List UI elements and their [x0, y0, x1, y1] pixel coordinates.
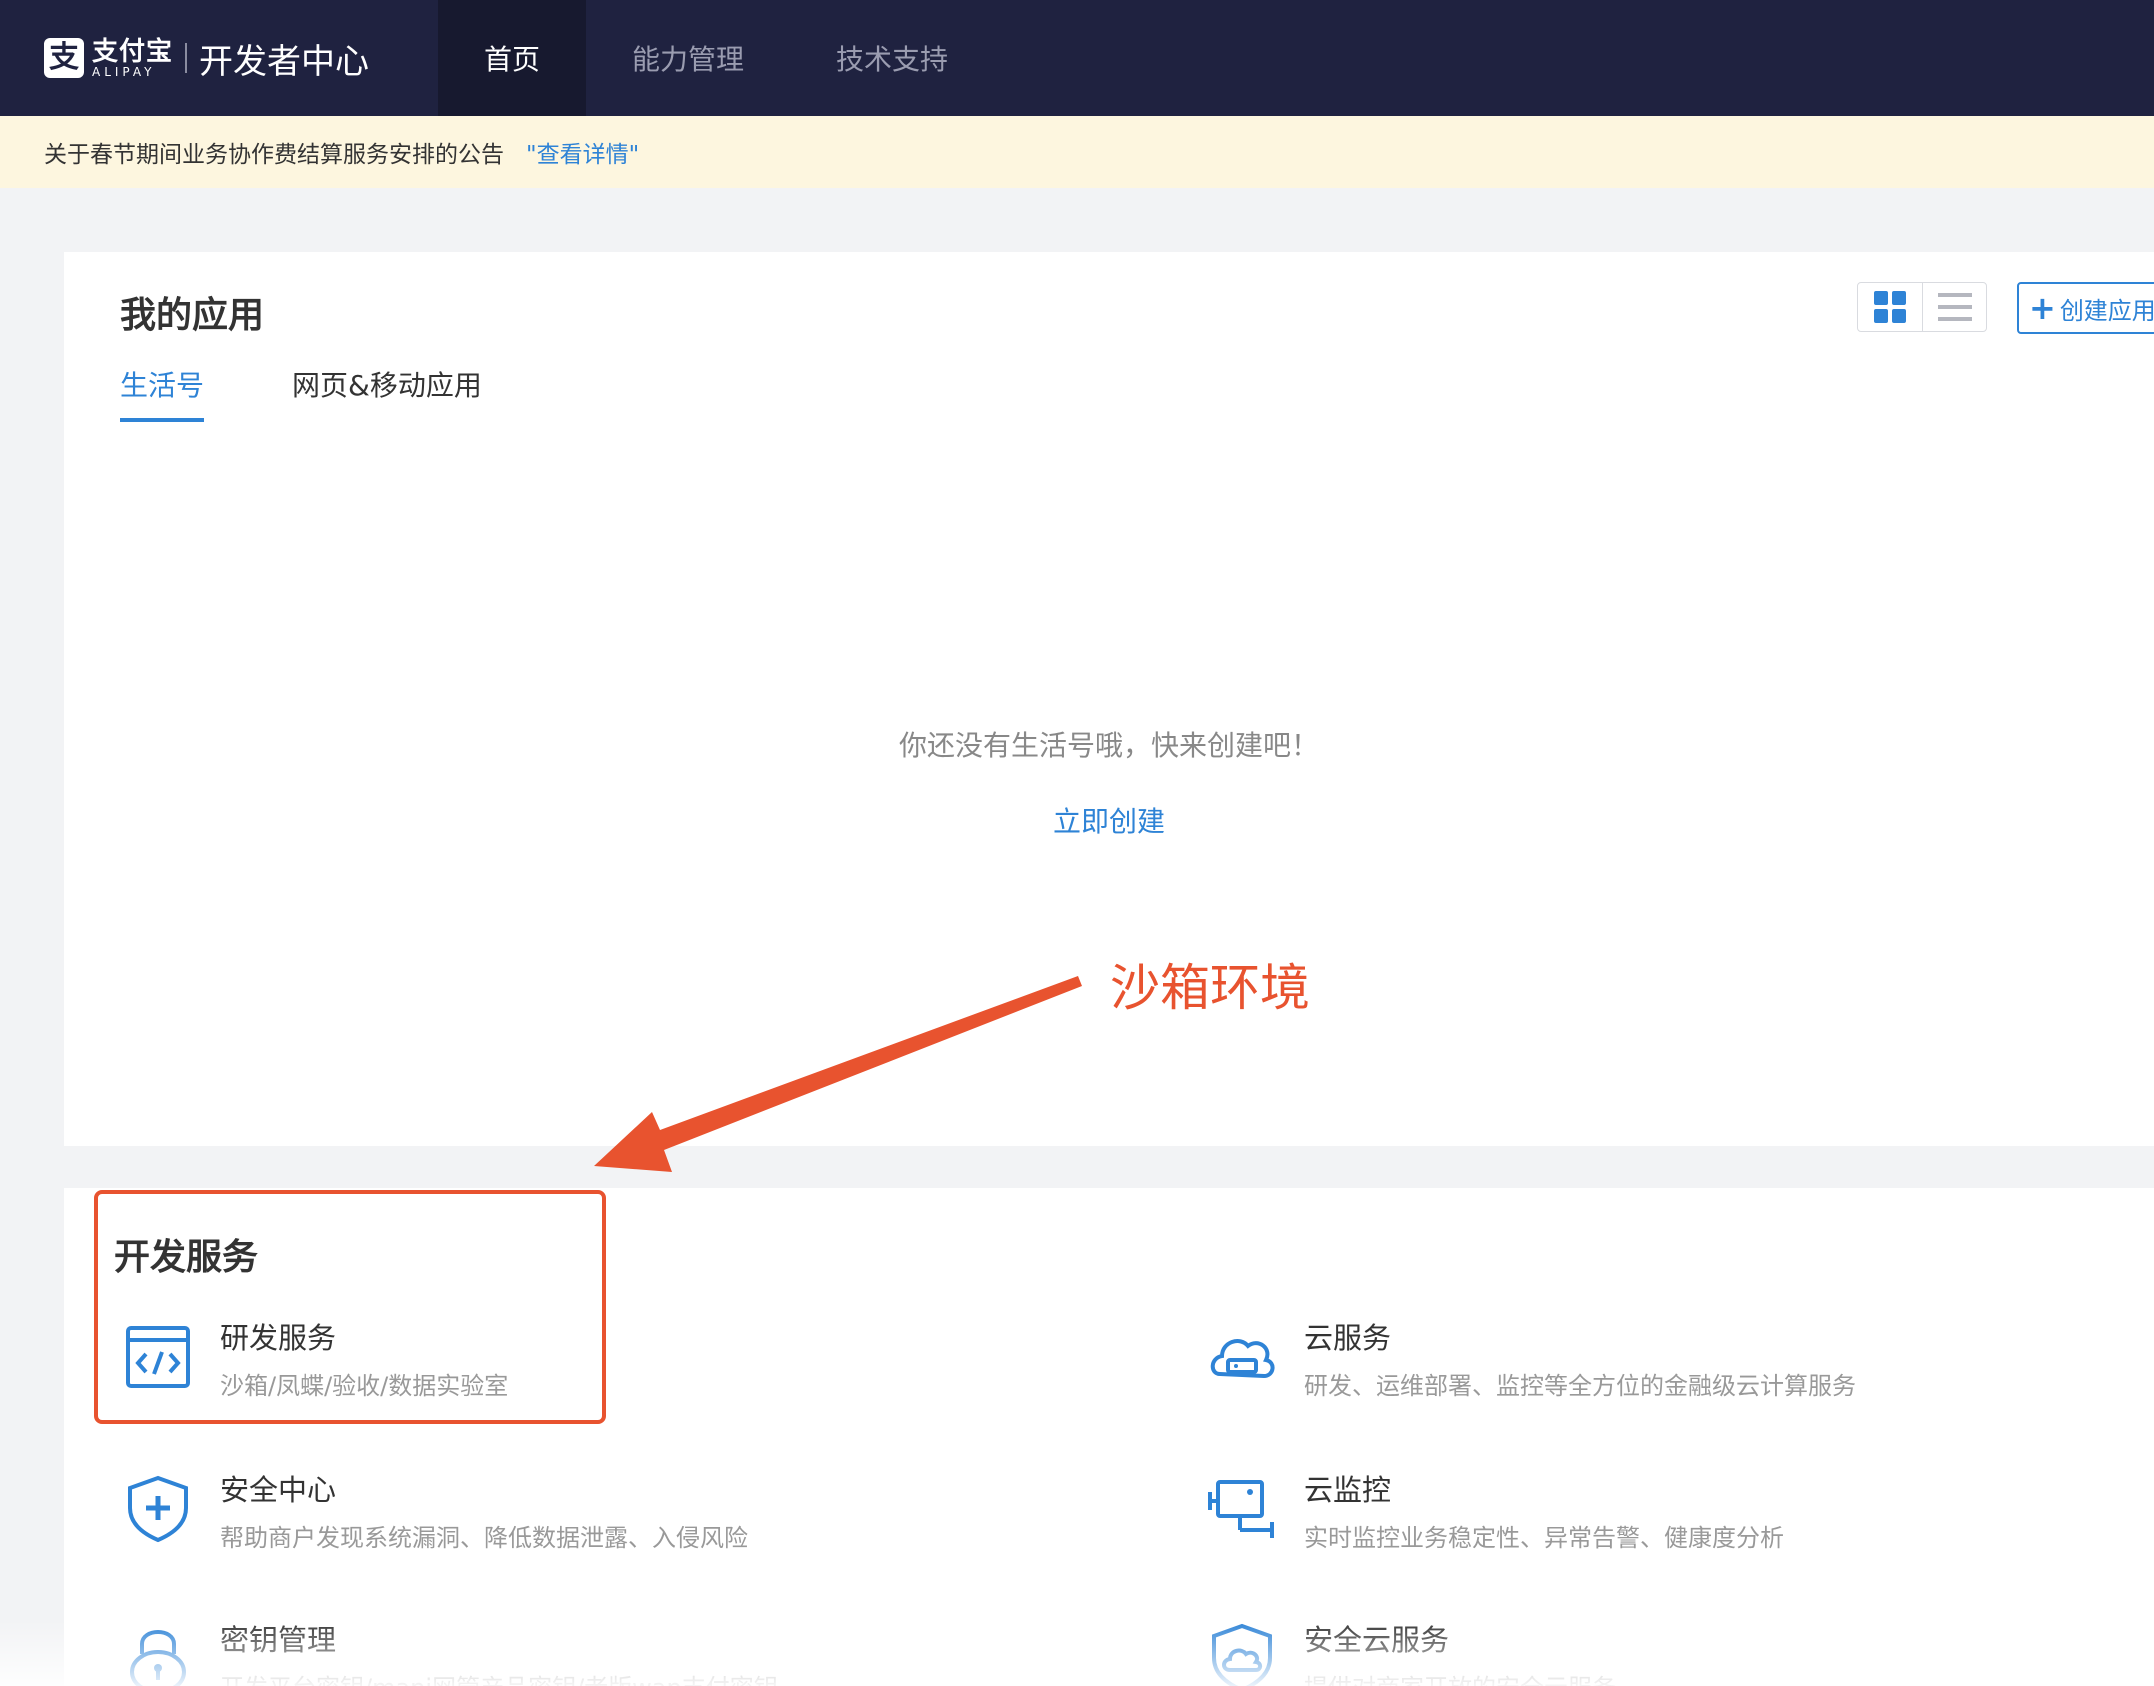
- service-name: 研发服务: [220, 1321, 337, 1355]
- service-desc: 研发、运维部署、监控等全方位的金融级云计算服务: [1304, 1372, 1856, 1400]
- brand-alipay: 支付宝 ALIPAY: [92, 38, 173, 78]
- announcement-details-link[interactable]: "查看详情": [526, 135, 639, 169]
- annotation-label: 沙箱环境: [1110, 959, 1310, 1017]
- lock-icon: [130, 1630, 186, 1686]
- service-rnd[interactable]: 研发服务 沙箱/凤蝶/验收/数据实验室: [122, 1320, 508, 1401]
- monitor-camera-icon: [1208, 1480, 1274, 1538]
- nav-tab-capability[interactable]: 能力管理: [586, 0, 790, 116]
- alipay-logo-glyph: 支: [49, 40, 79, 75]
- view-toggle: [1857, 282, 1987, 332]
- create-app-button[interactable]: + 创建应用: [2017, 282, 2154, 334]
- service-desc: 开发平台密钥/mapi网管产品密钥/老版wap支付密钥: [220, 1668, 778, 1686]
- grid-icon: [1874, 291, 1906, 323]
- service-security-cloud[interactable]: 安全云服务 提供对商家开放的安全云服务: [1206, 1622, 1616, 1686]
- brand-name-en: ALIPAY: [92, 65, 156, 79]
- service-name: 安全中心: [220, 1473, 337, 1507]
- service-cloud-monitor[interactable]: 云监控 实时监控业务稳定性、异常告警、健康度分析: [1206, 1472, 1784, 1553]
- nav-tab-support[interactable]: 技术支持: [790, 0, 994, 116]
- list-icon: [1937, 293, 1972, 321]
- service-name: 安全云服务: [1304, 1623, 1450, 1657]
- my-apps-title: 我的应用: [120, 295, 265, 336]
- list-view-button[interactable]: [1922, 283, 1986, 331]
- announcement-text: 关于春节期间业务协作费结算服务安排的公告: [44, 142, 504, 168]
- brand[interactable]: 支 支付宝 ALIPAY 开发者中心: [44, 0, 369, 116]
- service-desc: 实时监控业务稳定性、异常告警、健康度分析: [1304, 1524, 1784, 1552]
- brand-title: 开发者中心: [199, 41, 370, 82]
- dev-services-card: 开发服务 研发服务 沙箱/凤蝶/验收/数据实验室 云服务 研发、运维部署、监控等…: [64, 1188, 2154, 1686]
- create-now-link[interactable]: 立即创建: [64, 800, 2154, 840]
- my-apps-tabs: 生活号 网页&移动应用: [120, 364, 570, 422]
- brand-divider: [185, 43, 188, 73]
- alipay-logo-icon: 支: [44, 38, 84, 78]
- grid-view-button[interactable]: [1858, 283, 1922, 331]
- service-desc: 沙箱/凤蝶/验收/数据实验室: [220, 1372, 509, 1400]
- shield-cloud-icon: [1212, 1623, 1272, 1686]
- nav-tabs: 首页 能力管理 技术支持: [438, 0, 994, 116]
- tab-web-mobile-app[interactable]: 网页&移动应用: [292, 364, 482, 422]
- code-window-icon: [126, 1326, 190, 1388]
- service-name: 云服务: [1304, 1321, 1392, 1355]
- service-cloud[interactable]: 云服务 研发、运维部署、监控等全方位的金融级云计算服务: [1206, 1320, 1856, 1401]
- my-apps-card: 我的应用 生活号 网页&移动应用 + 创建应用 你还没有生活号哦，快来创建吧！ …: [64, 252, 2154, 1146]
- service-name: 云监控: [1304, 1473, 1392, 1507]
- service-desc: 提供对商家开放的安全云服务: [1304, 1668, 1616, 1686]
- service-name: 密钥管理: [220, 1623, 337, 1657]
- top-nav: 支 支付宝 ALIPAY 开发者中心 首页 能力管理 技术支持: [0, 0, 2154, 116]
- service-security-center[interactable]: 安全中心 帮助商户发现系统漏洞、降低数据泄露、入侵风险: [122, 1472, 748, 1553]
- dev-services-title: 开发服务: [114, 1237, 259, 1278]
- empty-state-text: 你还没有生活号哦，快来创建吧！: [898, 729, 1319, 762]
- tab-life-account[interactable]: 生活号: [120, 364, 205, 422]
- create-app-label: 创建应用: [2059, 296, 2154, 325]
- shield-plus-icon: [128, 1475, 188, 1543]
- cloud-server-icon: [1210, 1339, 1275, 1379]
- service-key-management[interactable]: 密钥管理 开发平台密钥/mapi网管产品密钥/老版wap支付密钥: [122, 1622, 778, 1686]
- brand-name-cn: 支付宝: [92, 37, 174, 67]
- plus-icon: +: [2029, 289, 2056, 327]
- service-desc: 帮助商户发现系统漏洞、降低数据泄露、入侵风险: [220, 1524, 748, 1552]
- nav-tab-home[interactable]: 首页: [438, 0, 587, 116]
- announcement-bar: 关于春节期间业务协作费结算服务安排的公告 "查看详情": [0, 116, 2154, 188]
